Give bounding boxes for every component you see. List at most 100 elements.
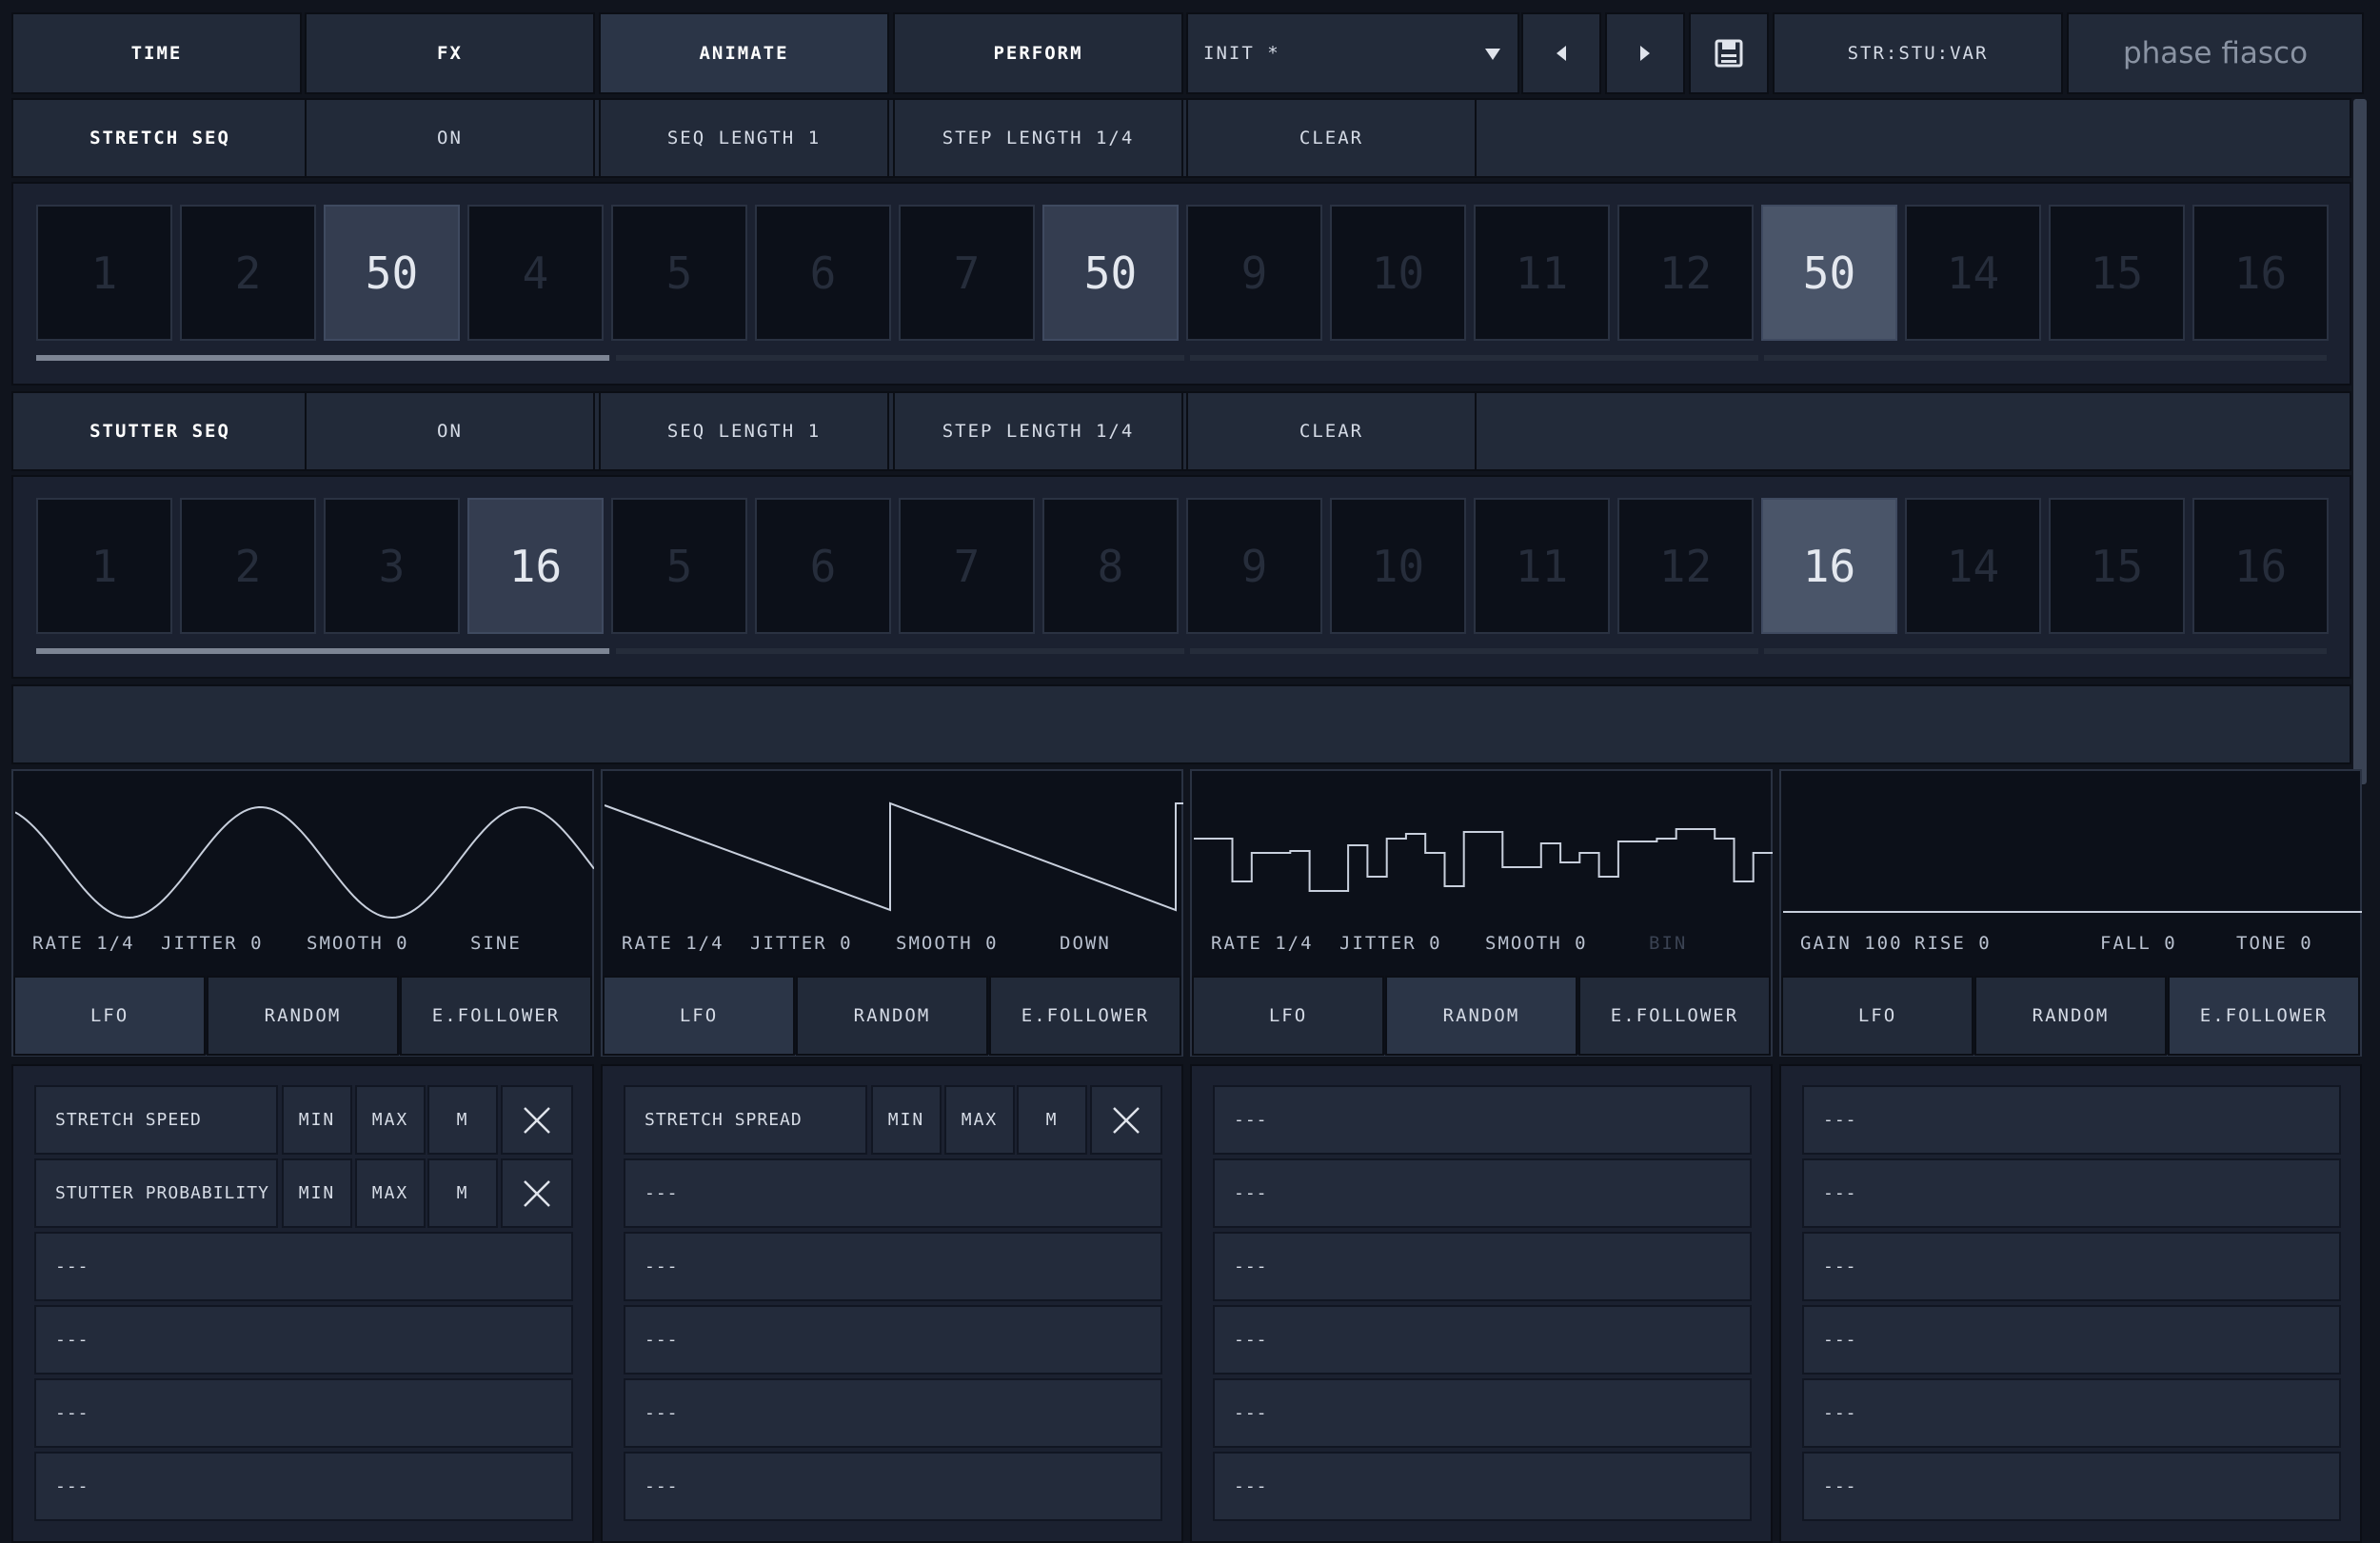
stretch-seq-toggle[interactable]: ON [305, 98, 595, 178]
modulator-param[interactable]: JITTER 0 [1339, 933, 1442, 954]
stutter-seq-step-16[interactable]: 16 [2192, 498, 2329, 634]
stutter-seq-toggle[interactable]: ON [305, 391, 595, 471]
tab-perform[interactable]: PERFORM [893, 12, 1183, 94]
stretch-seq-step-13[interactable]: 50 [1761, 205, 1897, 341]
stutter-seq-step-4[interactable]: 16 [467, 498, 604, 634]
modulation-target-slot[interactable]: --- [1213, 1378, 1752, 1448]
stretch-seq-length[interactable]: SEQ LENGTH 1 [599, 98, 889, 178]
tab-time[interactable]: TIME [11, 12, 302, 94]
stutter-clear-button[interactable]: CLEAR [1186, 391, 1477, 471]
stretch-seq-step-2[interactable]: 2 [180, 205, 316, 341]
modulator-type-random-button[interactable]: RANDOM [1974, 976, 2167, 1056]
modulator-type-random-button[interactable]: RANDOM [796, 976, 988, 1056]
modulator-param[interactable]: RATE 1/4 [1211, 933, 1314, 954]
stretch-seq-step-6[interactable]: 6 [755, 205, 891, 341]
m-button[interactable]: M [427, 1158, 498, 1228]
modulator-type-lfo-button[interactable]: LFO [1192, 976, 1384, 1056]
mode-display[interactable]: STR:STU:VAR [1773, 12, 2063, 94]
m-button[interactable]: M [427, 1085, 498, 1155]
stutter-seq-length[interactable]: SEQ LENGTH 1 [599, 391, 889, 471]
preset-select[interactable]: INIT * [1186, 12, 1519, 94]
modulation-target-slot[interactable]: --- [1213, 1305, 1752, 1375]
stretch-clear-button[interactable]: CLEAR [1186, 98, 1477, 178]
stutter-step-length[interactable]: STEP LENGTH 1/4 [893, 391, 1183, 471]
stutter-seq-step-14[interactable]: 14 [1905, 498, 2041, 634]
modulation-target-slot[interactable]: --- [624, 1158, 1162, 1228]
stutter-seq-step-8[interactable]: 8 [1042, 498, 1179, 634]
modulator-param[interactable]: JITTER 0 [161, 933, 264, 954]
modulation-target-slot[interactable]: --- [34, 1378, 573, 1448]
stutter-seq-step-7[interactable]: 7 [899, 498, 1035, 634]
remove-target-button[interactable] [501, 1158, 573, 1228]
stretch-seq-step-15[interactable]: 15 [2049, 205, 2185, 341]
stretch-seq-step-4[interactable]: 4 [467, 205, 604, 341]
stretch-seq-step-10[interactable]: 10 [1330, 205, 1466, 341]
min-button[interactable]: MIN [282, 1158, 352, 1228]
modulator-param[interactable]: JITTER 0 [750, 933, 853, 954]
modulation-target-slot[interactable]: --- [1802, 1232, 2341, 1301]
tab-fx[interactable]: FX [305, 12, 595, 94]
modulation-target-slot[interactable]: --- [624, 1305, 1162, 1375]
stutter-seq-step-6[interactable]: 6 [755, 498, 891, 634]
stretch-step-length[interactable]: STEP LENGTH 1/4 [893, 98, 1183, 178]
stutter-seq-step-13[interactable]: 16 [1761, 498, 1897, 634]
stutter-seq-step-3[interactable]: 3 [324, 498, 460, 634]
min-button[interactable]: MIN [871, 1085, 942, 1155]
stutter-seq-step-12[interactable]: 12 [1617, 498, 1754, 634]
modulator-type-random-button[interactable]: RANDOM [207, 976, 399, 1056]
modulator-type-lfo-button[interactable]: LFO [1781, 976, 1973, 1056]
stutter-seq-step-10[interactable]: 10 [1330, 498, 1466, 634]
modulation-target-slot[interactable]: --- [1213, 1452, 1752, 1521]
stretch-seq-step-8[interactable]: 50 [1042, 205, 1179, 341]
modulation-target-slot[interactable]: --- [1213, 1085, 1752, 1155]
modulation-target-slot[interactable]: --- [624, 1378, 1162, 1448]
remove-target-button[interactable] [501, 1085, 573, 1155]
modulator-param[interactable]: RATE 1/4 [622, 933, 724, 954]
min-button[interactable]: MIN [282, 1085, 352, 1155]
save-button[interactable] [1689, 12, 1769, 94]
modulation-target-slot[interactable]: --- [1802, 1158, 2341, 1228]
scrollbar-thumb[interactable] [2353, 99, 2367, 784]
stretch-seq-step-12[interactable]: 12 [1617, 205, 1754, 341]
tab-animate[interactable]: ANIMATE [599, 12, 889, 94]
remove-target-button[interactable] [1090, 1085, 1162, 1155]
modulation-target-slot[interactable]: --- [1213, 1232, 1752, 1301]
modulation-target-slot[interactable]: STRETCH SPEED [34, 1085, 278, 1155]
modulation-target-slot[interactable]: --- [34, 1305, 573, 1375]
modulator-param[interactable]: BIN [1649, 933, 1687, 954]
modulation-target-slot[interactable]: --- [1802, 1305, 2341, 1375]
modulator-type-e-follower-button[interactable]: E.FOLLOWER [989, 976, 1181, 1056]
modulator-param[interactable]: SMOOTH 0 [1485, 933, 1588, 954]
modulation-target-slot[interactable]: --- [1802, 1452, 2341, 1521]
stutter-seq-step-11[interactable]: 11 [1474, 498, 1610, 634]
stretch-seq-step-5[interactable]: 5 [611, 205, 747, 341]
max-button[interactable]: MAX [355, 1158, 426, 1228]
max-button[interactable]: MAX [355, 1085, 426, 1155]
modulator-param[interactable]: TONE 0 [2236, 933, 2313, 954]
modulation-target-slot[interactable]: --- [34, 1232, 573, 1301]
stretch-seq-step-7[interactable]: 7 [899, 205, 1035, 341]
stretch-seq-step-9[interactable]: 9 [1186, 205, 1322, 341]
stretch-seq-step-3[interactable]: 50 [324, 205, 460, 341]
modulation-target-slot[interactable]: --- [1213, 1158, 1752, 1228]
modulator-param[interactable]: SMOOTH 0 [896, 933, 999, 954]
modulator-type-lfo-button[interactable]: LFO [13, 976, 206, 1056]
stretch-seq-step-1[interactable]: 1 [36, 205, 172, 341]
modulator-param[interactable]: GAIN 100 [1800, 933, 1903, 954]
modulator-param[interactable]: DOWN [1060, 933, 1111, 954]
modulation-target-slot[interactable]: STUTTER PROBABILITY [34, 1158, 278, 1228]
modulator-param[interactable]: FALL 0 [2100, 933, 2177, 954]
stretch-seq-step-16[interactable]: 16 [2192, 205, 2329, 341]
stretch-seq-step-11[interactable]: 11 [1474, 205, 1610, 341]
modulation-target-slot[interactable]: --- [624, 1232, 1162, 1301]
stutter-seq-step-5[interactable]: 5 [611, 498, 747, 634]
stutter-seq-step-9[interactable]: 9 [1186, 498, 1322, 634]
m-button[interactable]: M [1017, 1085, 1087, 1155]
modulation-target-slot[interactable]: --- [624, 1452, 1162, 1521]
next-preset-button[interactable] [1605, 12, 1685, 94]
modulator-param[interactable]: SINE [470, 933, 522, 954]
modulator-param[interactable]: SMOOTH 0 [307, 933, 409, 954]
modulator-type-e-follower-button[interactable]: E.FOLLOWER [2168, 976, 2360, 1056]
modulator-param[interactable]: RATE 1/4 [32, 933, 135, 954]
modulation-target-slot[interactable]: --- [1802, 1378, 2341, 1448]
